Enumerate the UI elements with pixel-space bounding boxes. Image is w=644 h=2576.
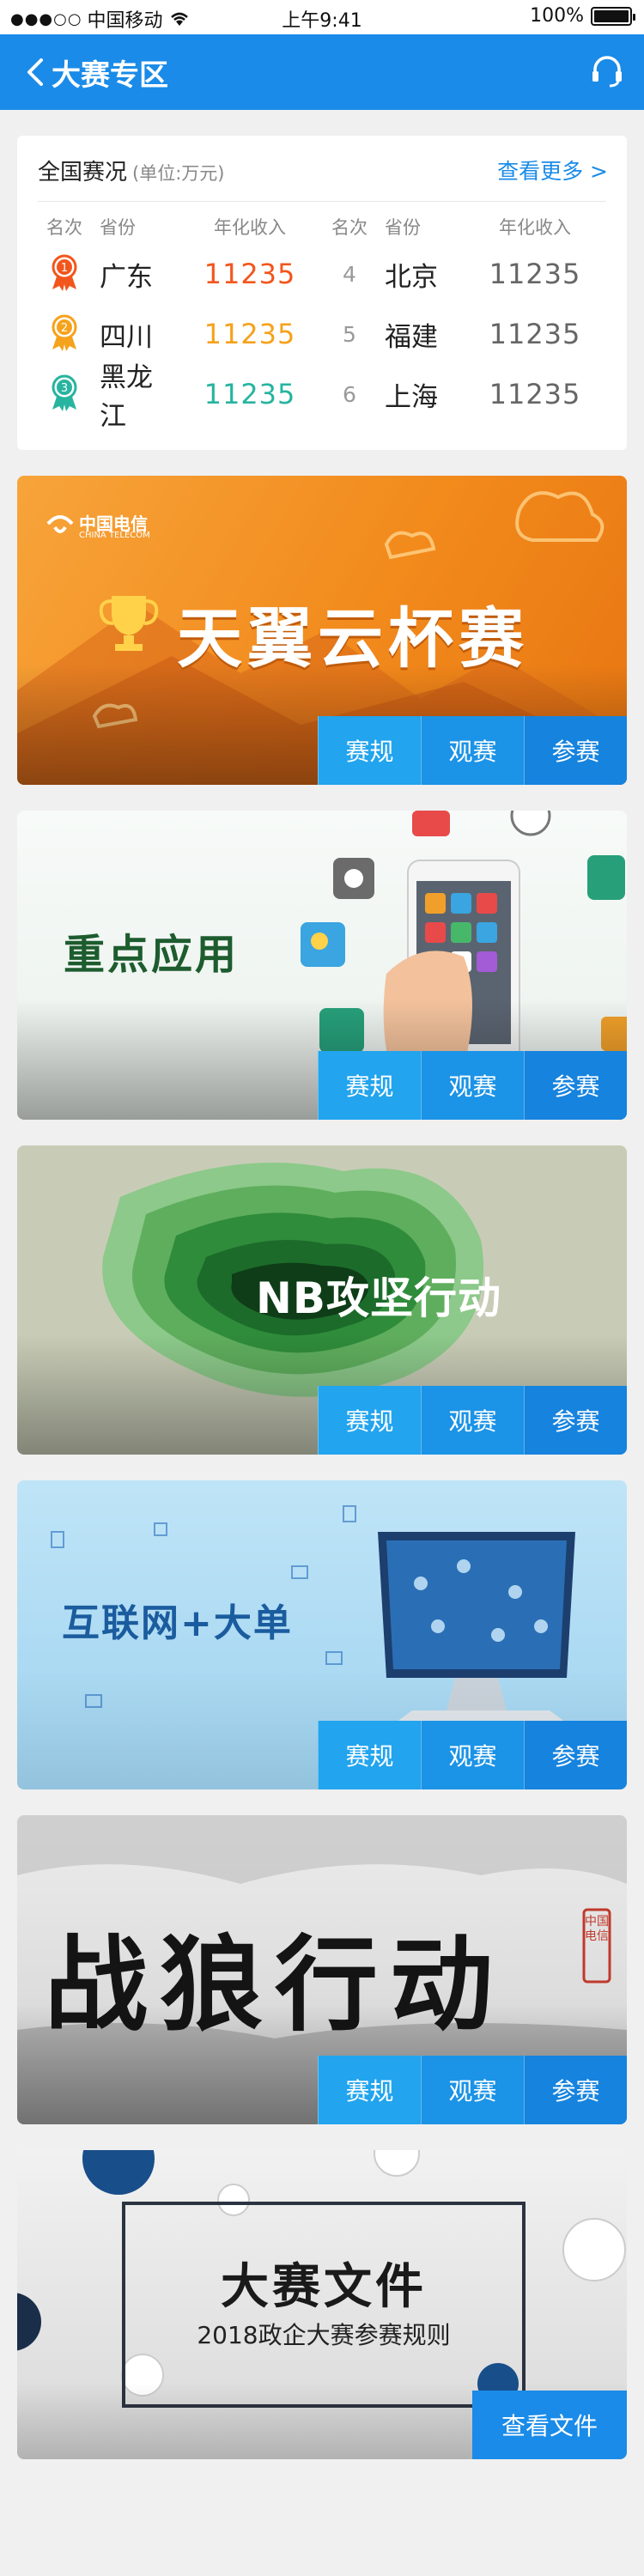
income-value: 11235 bbox=[204, 318, 296, 350]
column-header-province: 省份 bbox=[100, 217, 136, 238]
app-header: 大赛专区 bbox=[0, 34, 644, 110]
join-button[interactable]: 参赛 bbox=[524, 2056, 627, 2124]
join-button[interactable]: 参赛 bbox=[524, 716, 627, 785]
rank-cell: 3 bbox=[38, 372, 91, 416]
province-name: 广东 bbox=[100, 261, 153, 293]
document-frame: 大赛文件 2018政企大赛参赛规则 bbox=[122, 2202, 526, 2408]
rank-cell: 1 bbox=[38, 252, 91, 296]
province-name: 四川 bbox=[100, 321, 153, 353]
rank-number: 4 bbox=[343, 261, 356, 287]
battery-percent: 100% bbox=[530, 5, 584, 27]
ranking-header-row: 名次 省份 年化收入 名次 省份 年化收入 bbox=[38, 210, 608, 244]
app-icon bbox=[587, 855, 625, 900]
view-more-link[interactable]: 查看更多 > bbox=[497, 155, 608, 185]
document-title: 大赛文件 bbox=[221, 2259, 427, 2315]
income-value: 11235 bbox=[204, 258, 296, 290]
column-header-rank: 名次 bbox=[46, 217, 82, 238]
province-name: 黑龙江 bbox=[100, 362, 153, 432]
banner-title: 重点应用 bbox=[64, 931, 240, 979]
column-header-income: 年化收入 bbox=[214, 217, 286, 238]
join-button[interactable]: 参赛 bbox=[524, 1386, 627, 1455]
medal-number: 2 bbox=[61, 322, 68, 335]
banner-internet-plus[interactable]: 互联网+大单 赛规 观赛 参赛 bbox=[17, 1480, 627, 1789]
rules-button[interactable]: 赛规 bbox=[318, 716, 421, 785]
banner-nb-campaign[interactable]: NB攻坚行动 赛规 观赛 参赛 bbox=[17, 1145, 627, 1455]
headset-icon[interactable] bbox=[587, 52, 627, 91]
banner-button-group: 赛规 观赛 参赛 bbox=[318, 1051, 627, 1120]
page-title: 大赛专区 bbox=[52, 58, 168, 93]
banner-wolf-warrior[interactable]: 中国电信 战狼行动 赛规 观赛 参赛 bbox=[17, 1815, 627, 2124]
ranking-unit: (单位:万元) bbox=[132, 163, 225, 184]
watch-button[interactable]: 观赛 bbox=[421, 2056, 524, 2124]
table-row: 3 黑龙江 11235 6 上海 11235 bbox=[38, 362, 608, 432]
rules-button[interactable]: 赛规 bbox=[318, 2056, 421, 2124]
banner-button-group: 赛规 观赛 参赛 bbox=[318, 1721, 627, 1789]
rank-cell: 2 bbox=[38, 312, 91, 356]
column-header-province: 省份 bbox=[385, 217, 421, 238]
logo-subtext: CHINA TELECOM bbox=[79, 531, 150, 540]
battery-icon bbox=[591, 6, 635, 26]
china-telecom-logo bbox=[46, 515, 74, 533]
battery-status: 100% bbox=[530, 5, 635, 27]
document-subtitle: 2018政企大赛参赛规则 bbox=[197, 2321, 451, 2349]
ranking-card: 全国赛况 (单位:万元) 查看更多 > 名次 省份 年化收入 名次 省份 年化收入… bbox=[17, 136, 627, 450]
province-name: 上海 bbox=[385, 381, 438, 413]
table-row: 1 广东 11235 4 北京 11235 bbox=[38, 244, 608, 304]
clock-icon bbox=[510, 811, 551, 836]
income-value: 11235 bbox=[489, 378, 581, 410]
music-icon bbox=[412, 811, 450, 836]
status-bar: ●●●○○ 中国移动 上午9:41 100% bbox=[0, 0, 644, 34]
medal-icon: 3 bbox=[52, 374, 77, 411]
banner-title: NB攻坚行动 bbox=[256, 1273, 501, 1323]
divider bbox=[38, 201, 606, 202]
income-value: 11235 bbox=[489, 258, 581, 290]
column-header-rank: 名次 bbox=[331, 217, 368, 238]
rules-button[interactable]: 赛规 bbox=[318, 1721, 421, 1789]
watch-button[interactable]: 观赛 bbox=[421, 716, 524, 785]
banner-competition-documents[interactable]: 大赛文件 2018政企大赛参赛规则 查看文件 bbox=[17, 2150, 627, 2459]
watch-button[interactable]: 观赛 bbox=[421, 1721, 524, 1789]
ranking-title-text: 全国赛况 bbox=[38, 160, 128, 185]
watch-button[interactable]: 观赛 bbox=[421, 1386, 524, 1455]
column-header-income: 年化收入 bbox=[499, 217, 571, 238]
join-button[interactable]: 参赛 bbox=[524, 1051, 627, 1120]
banner-key-applications[interactable]: 重点应用 赛规 观赛 参赛 bbox=[17, 811, 627, 1120]
ranking-title: 全国赛况 (单位:万元) bbox=[38, 155, 224, 186]
medal-number: 3 bbox=[61, 382, 68, 395]
join-button[interactable]: 参赛 bbox=[524, 1721, 627, 1789]
banner-button-group: 赛规 观赛 参赛 bbox=[318, 716, 627, 785]
banner-button-group: 赛规 观赛 参赛 bbox=[318, 2056, 627, 2124]
rank-number: 5 bbox=[343, 321, 356, 347]
medal-number: 1 bbox=[61, 262, 68, 275]
income-value: 11235 bbox=[489, 318, 581, 350]
income-value: 11235 bbox=[204, 378, 296, 410]
ranking-table: 名次 省份 年化收入 名次 省份 年化收入 1 广东 11235 4 北京 11… bbox=[38, 210, 608, 432]
medal-icon: 2 bbox=[52, 314, 77, 351]
rules-button[interactable]: 赛规 bbox=[318, 1051, 421, 1120]
rules-button[interactable]: 赛规 bbox=[318, 1386, 421, 1455]
province-name: 福建 bbox=[385, 321, 438, 353]
banner-tianyi-cloud-cup[interactable]: 中国电信 CHINA TELECOM 天翼云杯赛 赛规 观赛 参赛 bbox=[17, 476, 627, 785]
banner-button-group: 赛规 观赛 参赛 bbox=[318, 1386, 627, 1455]
view-document-button[interactable]: 查看文件 bbox=[472, 2391, 627, 2459]
province-name: 北京 bbox=[385, 261, 438, 293]
rank-number: 6 bbox=[343, 381, 356, 407]
medal-icon: 1 bbox=[52, 254, 77, 291]
banner-title: 互联网+大单 bbox=[62, 1601, 293, 1645]
seal-text: 中国电信 bbox=[585, 1915, 609, 1943]
watch-button[interactable]: 观赛 bbox=[421, 1051, 524, 1120]
